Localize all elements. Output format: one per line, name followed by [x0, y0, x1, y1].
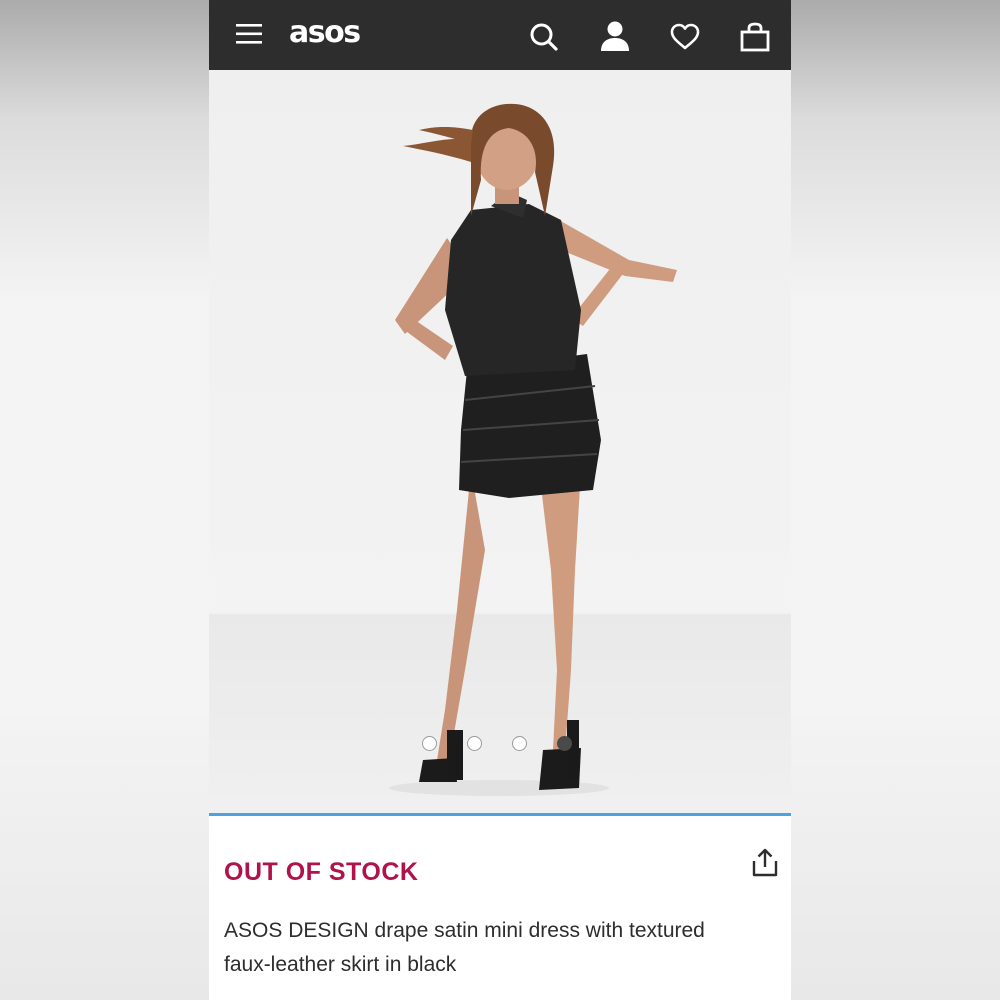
stock-status: OUT OF STOCK [224, 858, 419, 886]
pagination-dot[interactable] [512, 736, 527, 751]
divider [209, 813, 791, 816]
product-title: ASOS DESIGN drape satin mini dress with … [224, 919, 705, 976]
pagination-dot[interactable] [467, 736, 482, 751]
top-navigation-bar: asos [209, 0, 791, 70]
heart-icon[interactable] [666, 18, 704, 56]
shopping-bag-icon[interactable] [736, 18, 774, 56]
image-pagination-dots [422, 736, 582, 752]
asos-logo[interactable]: asos [289, 13, 361, 53]
search-icon[interactable] [525, 18, 563, 56]
share-icon[interactable] [749, 846, 781, 880]
pagination-dot[interactable] [422, 736, 437, 751]
hamburger-menu-icon[interactable] [231, 16, 267, 52]
account-icon[interactable] [596, 17, 634, 55]
pagination-dot-active[interactable] [557, 736, 572, 751]
model-photo-illustration [389, 103, 677, 796]
product-image[interactable] [209, 70, 791, 814]
phone-screen: asos OUT OF STOCK ASOS DESIGN drape sati… [209, 0, 791, 1000]
